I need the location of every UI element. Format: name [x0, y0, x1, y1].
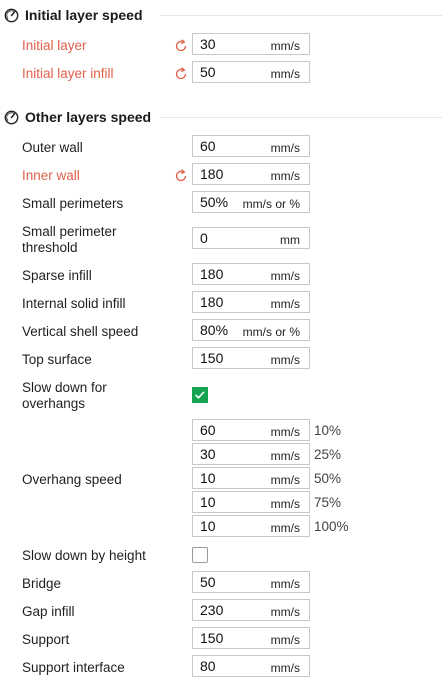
outer-wall-input[interactable]: 60 mm/s — [192, 135, 310, 157]
field-value: 10 — [200, 518, 216, 534]
vertical-shell-speed-input[interactable]: 80% mm/s or % — [192, 319, 310, 341]
field-unit: mm/s — [270, 449, 300, 463]
field-unit: mm/s — [270, 633, 300, 647]
field-value: 30 — [200, 446, 216, 462]
section-initial-layer-speed: Initial layer speed — [4, 5, 143, 25]
field-unit: mm/s — [270, 39, 300, 53]
label-support: Support — [22, 632, 70, 647]
overhang-speed-input[interactable]: 30 mm/s — [192, 443, 310, 465]
field-value: 10 — [200, 494, 216, 510]
gauge-icon — [4, 8, 19, 22]
slow-down-by-height-checkbox[interactable] — [192, 547, 208, 563]
field-value: 50% — [200, 194, 229, 210]
field-unit: mm/s — [270, 353, 300, 367]
field-value: 30 — [200, 36, 216, 52]
slow-down-overhangs-checkbox[interactable] — [192, 387, 208, 403]
field-value: 150 — [200, 350, 224, 366]
field-unit: mm/s — [270, 425, 300, 439]
field-value: 180 — [200, 294, 224, 310]
field-unit: mm — [280, 233, 300, 247]
field-value: 60 — [200, 138, 216, 154]
small-perimeters-input[interactable]: 50% mm/s or % — [192, 191, 310, 213]
label-slow-down-overhangs: Slow down for overhangs — [22, 380, 107, 411]
reset-arrow-icon[interactable] — [174, 39, 188, 53]
overhang-percent-label: 10% — [314, 423, 342, 438]
field-value: 80 — [200, 658, 216, 674]
overhang-percent-label: 100% — [314, 519, 349, 534]
field-value: 50 — [200, 64, 216, 80]
label-support-interface: Support interface — [22, 660, 125, 675]
field-unit: mm/s — [270, 169, 300, 183]
field-unit: mm/s — [270, 141, 300, 155]
overhang-percent-label: 25% — [314, 447, 342, 462]
field-value: 80% — [200, 322, 229, 338]
field-value: 150 — [200, 630, 224, 646]
bridge-input[interactable]: 50 mm/s — [192, 571, 310, 593]
field-unit: mm/s — [270, 473, 300, 487]
field-unit: mm/s — [270, 297, 300, 311]
label-slow-down-by-height: Slow down by height — [22, 548, 146, 563]
section-divider — [160, 15, 442, 16]
overhang-speed-input[interactable]: 10 mm/s — [192, 491, 310, 513]
label-gap-infill: Gap infill — [22, 604, 75, 619]
overhang-speed-input[interactable]: 10 mm/s — [192, 467, 310, 489]
label-initial-layer-infill: Initial layer infill — [22, 66, 114, 81]
field-value: 230 — [200, 602, 224, 618]
overhang-percent-label: 75% — [314, 495, 342, 510]
overhang-percent-label: 50% — [314, 471, 342, 486]
label-small-perimeters: Small perimeters — [22, 196, 124, 211]
field-unit: mm/s — [270, 605, 300, 619]
checkmark-icon — [195, 391, 205, 399]
field-unit: mm/s — [270, 269, 300, 283]
field-unit: mm/s — [270, 67, 300, 81]
field-value: 180 — [200, 166, 224, 182]
sparse-infill-input[interactable]: 180 mm/s — [192, 263, 310, 285]
initial-layer-infill-input[interactable]: 50 mm/s — [192, 61, 310, 83]
initial-layer-input[interactable]: 30 mm/s — [192, 33, 310, 55]
field-unit: mm/s — [270, 497, 300, 511]
label-inner-wall: Inner wall — [22, 168, 80, 183]
field-unit: mm/s — [270, 521, 300, 535]
label-bridge: Bridge — [22, 576, 62, 591]
gauge-icon — [4, 110, 19, 124]
field-unit: mm/s — [270, 661, 300, 675]
internal-solid-infill-input[interactable]: 180 mm/s — [192, 291, 310, 313]
gap-infill-input[interactable]: 230 mm/s — [192, 599, 310, 621]
field-unit: mm/s — [270, 577, 300, 591]
label-outer-wall: Outer wall — [22, 140, 83, 155]
section-title: Other layers speed — [25, 109, 152, 125]
inner-wall-input[interactable]: 180 mm/s — [192, 163, 310, 185]
section-divider — [160, 117, 442, 118]
label-sparse-infill: Sparse infill — [22, 268, 92, 283]
field-value: 180 — [200, 266, 224, 282]
field-value: 50 — [200, 574, 216, 590]
label-vertical-shell-speed: Vertical shell speed — [22, 324, 139, 339]
field-unit: mm/s or % — [242, 197, 300, 211]
label-small-perimeter-threshold: Small perimeter threshold — [22, 224, 117, 255]
top-surface-input[interactable]: 150 mm/s — [192, 347, 310, 369]
reset-arrow-icon[interactable] — [174, 169, 188, 183]
section-other-layers-speed: Other layers speed — [4, 107, 151, 127]
label-overhang-speed: Overhang speed — [22, 472, 122, 487]
field-value: 60 — [200, 422, 216, 438]
section-title: Initial layer speed — [25, 7, 143, 23]
overhang-speed-input[interactable]: 10 mm/s — [192, 515, 310, 537]
field-unit: mm/s or % — [242, 325, 300, 339]
field-value: 0 — [200, 230, 208, 246]
label-initial-layer: Initial layer — [22, 38, 87, 53]
support-input[interactable]: 150 mm/s — [192, 627, 310, 649]
label-internal-solid-infill: Internal solid infill — [22, 296, 126, 311]
small-perimeter-threshold-input[interactable]: 0 mm — [192, 227, 310, 249]
label-top-surface: Top surface — [22, 352, 92, 367]
support-interface-input[interactable]: 80 mm/s — [192, 655, 310, 677]
field-value: 10 — [200, 470, 216, 486]
reset-arrow-icon[interactable] — [174, 67, 188, 81]
overhang-speed-input[interactable]: 60 mm/s — [192, 419, 310, 441]
